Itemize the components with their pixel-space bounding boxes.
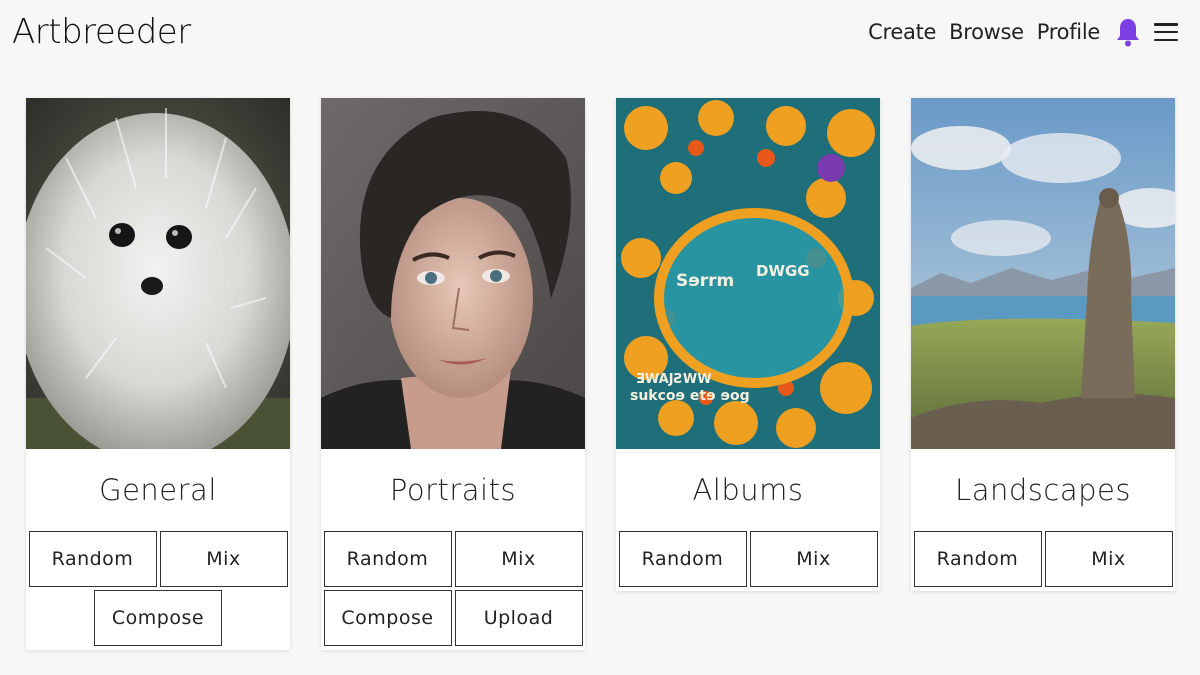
mix-button[interactable]: Mix: [454, 531, 583, 587]
card-title: Landscapes: [955, 473, 1131, 507]
random-button[interactable]: Random: [28, 531, 157, 587]
bell-icon[interactable]: [1115, 17, 1141, 47]
card-title: Portraits: [389, 473, 517, 507]
app-logo[interactable]: Artbreeder: [12, 12, 191, 52]
compose-button[interactable]: Compose: [94, 590, 222, 646]
mix-button[interactable]: Mix: [159, 531, 288, 587]
nav-profile[interactable]: Profile: [1037, 20, 1101, 44]
abstract-album-cover-image[interactable]: Sɘrrm DWGG ƎWAJƧWW sukcoɘ etɘ ɘog: [616, 98, 880, 449]
card-albums: Sɘrrm DWGG ƎWAJƧWW sukcoɘ etɘ ɘog Albums…: [616, 98, 880, 591]
random-button[interactable]: Random: [323, 531, 452, 587]
card-portraits: Portraits Random Mix Compose Upload: [321, 98, 585, 650]
card-title: General: [99, 473, 217, 507]
random-button[interactable]: Random: [913, 531, 1042, 587]
card-title: Albums: [692, 473, 804, 507]
card-actions: Random Mix: [616, 531, 880, 591]
mix-button[interactable]: Mix: [749, 531, 878, 587]
nav-browse[interactable]: Browse: [949, 20, 1024, 44]
upload-button[interactable]: Upload: [454, 590, 583, 646]
svg-text:Sɘrrm: Sɘrrm: [676, 271, 734, 291]
header: Artbreeder Create Browse Profile: [0, 0, 1200, 70]
svg-text:sukcoɘ etɘ ɘog: sukcoɘ etɘ ɘog: [630, 388, 750, 404]
nav-create[interactable]: Create: [868, 20, 936, 44]
fluffy-white-dog-image[interactable]: [26, 98, 290, 449]
card-general: General Random Mix Compose: [26, 98, 290, 650]
hamburger-menu-icon[interactable]: [1154, 21, 1178, 43]
card-actions: Random Mix: [911, 531, 1175, 591]
portrait-face-image[interactable]: [321, 98, 585, 449]
top-nav: Create Browse Profile: [868, 17, 1178, 47]
svg-text:ƎWAJƧWW: ƎWAJƧWW: [636, 372, 712, 387]
card-actions: Random Mix Compose: [26, 531, 290, 650]
mix-button[interactable]: Mix: [1044, 531, 1173, 587]
card-landscapes: Landscapes Random Mix: [911, 98, 1175, 591]
svg-text:DWGG: DWGG: [756, 262, 810, 280]
landscape-statue-lake-image[interactable]: [911, 98, 1175, 449]
compose-button[interactable]: Compose: [323, 590, 452, 646]
random-button[interactable]: Random: [618, 531, 747, 587]
card-actions: Random Mix Compose Upload: [321, 531, 585, 650]
